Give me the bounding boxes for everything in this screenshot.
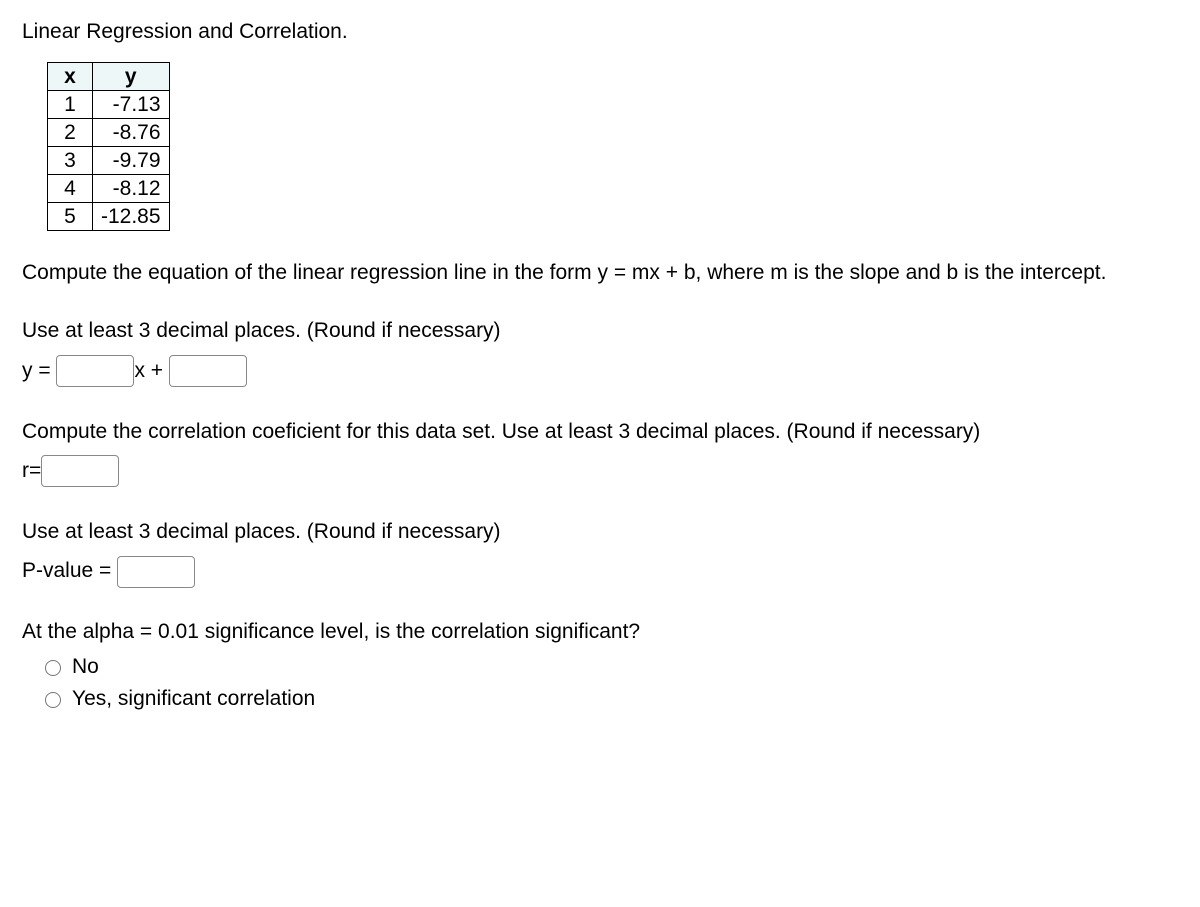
table-row: 2 -8.76 bbox=[48, 119, 170, 147]
cell-x: 1 bbox=[48, 91, 93, 119]
page-title: Linear Regression and Correlation. bbox=[22, 20, 1178, 44]
significance-question: At the alpha = 0.01 significance level, … bbox=[22, 618, 1178, 646]
cell-y: -9.79 bbox=[93, 147, 170, 175]
cell-y: -8.12 bbox=[93, 175, 170, 203]
intercept-input[interactable] bbox=[169, 355, 247, 387]
table-row: 1 -7.13 bbox=[48, 91, 170, 119]
col-header-y: y bbox=[93, 63, 170, 91]
table-row: 3 -9.79 bbox=[48, 147, 170, 175]
pvalue-input[interactable] bbox=[117, 556, 195, 588]
eq-prefix: y = bbox=[22, 359, 56, 382]
cell-y: -8.76 bbox=[93, 119, 170, 147]
cell-y: -7.13 bbox=[93, 91, 170, 119]
option-yes-row[interactable]: Yes, significant correlation bbox=[40, 687, 1178, 711]
option-yes-label: Yes, significant correlation bbox=[72, 687, 315, 711]
cell-x: 5 bbox=[48, 203, 93, 231]
cell-x: 2 bbox=[48, 119, 93, 147]
decimals-hint-1: Use at least 3 decimal places. (Round if… bbox=[22, 317, 1178, 345]
cell-x: 3 bbox=[48, 147, 93, 175]
r-input[interactable] bbox=[41, 455, 119, 487]
option-no-radio[interactable] bbox=[45, 660, 61, 676]
pvalue-label: P-value = bbox=[22, 559, 117, 582]
prompt-regression: Compute the equation of the linear regre… bbox=[22, 259, 1178, 287]
data-table: x y 1 -7.13 2 -8.76 3 -9.79 4 -8.12 5 -1… bbox=[47, 62, 170, 231]
cell-x: 4 bbox=[48, 175, 93, 203]
option-no-row[interactable]: No bbox=[40, 655, 1178, 679]
table-row: 5 -12.85 bbox=[48, 203, 170, 231]
cell-y: -12.85 bbox=[93, 203, 170, 231]
option-no-label: No bbox=[72, 655, 99, 679]
prompt-correlation: Compute the correlation coeficient for t… bbox=[22, 418, 1178, 446]
r-label: r= bbox=[22, 459, 41, 482]
decimals-hint-2: Use at least 3 decimal places. (Round if… bbox=[22, 518, 1178, 546]
option-yes-radio[interactable] bbox=[45, 692, 61, 708]
col-header-x: x bbox=[48, 63, 93, 91]
table-row: 4 -8.12 bbox=[48, 175, 170, 203]
slope-input[interactable] bbox=[56, 355, 134, 387]
eq-mid: x + bbox=[134, 359, 168, 382]
